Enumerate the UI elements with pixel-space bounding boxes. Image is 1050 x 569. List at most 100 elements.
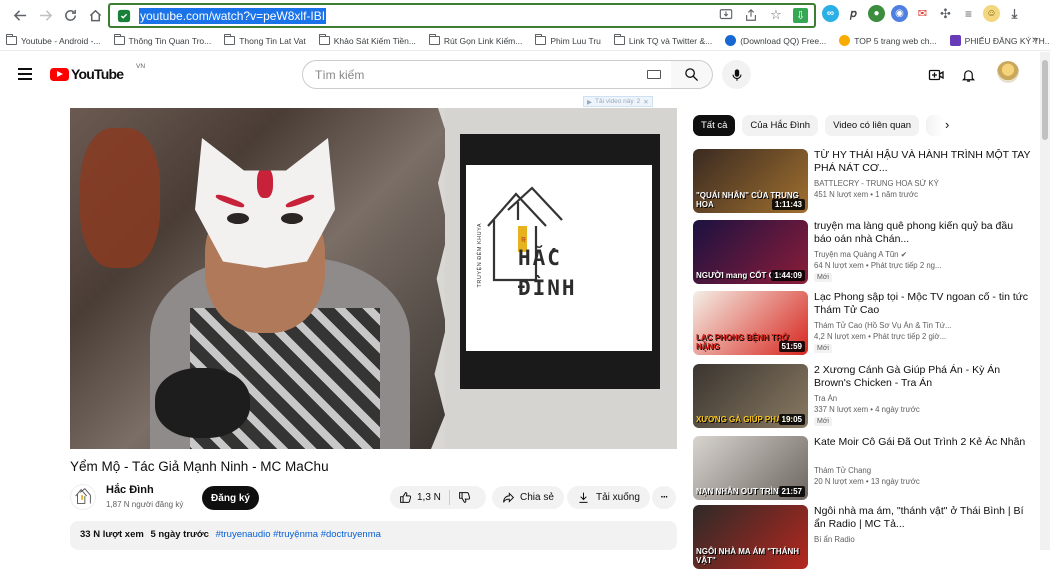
bookmark-item[interactable]: Thong Tin Lat Vat: [224, 34, 306, 46]
close-icon[interactable]: ✕: [643, 98, 648, 106]
keyboard-icon[interactable]: [647, 70, 661, 79]
recommendation-channel: Tra Án: [814, 394, 838, 403]
folder-icon: [113, 34, 125, 45]
bookmark-star-icon[interactable]: ☆: [768, 7, 784, 23]
extension-globe-icon[interactable]: ●: [868, 5, 885, 22]
subscriber-count: 1,87 N người đăng ký: [106, 500, 184, 509]
video-thumbnail[interactable]: XƯƠNG GÀ GIÚP PHÁ ÁN 19:05: [693, 364, 808, 428]
video-player[interactable]: TRUYỆN ĐÊM KHUYA 符 HẮC ĐÌNH: [70, 108, 677, 449]
search-input[interactable]: [315, 67, 635, 82]
page-scrollbar[interactable]: [1040, 52, 1050, 550]
fox-mask-image: [195, 138, 335, 268]
reading-list-icon[interactable]: ≡: [960, 5, 977, 22]
recommendation-title[interactable]: truyện ma làng quê phong kiến quỷ ba đầu…: [814, 220, 1032, 246]
channel-logo-text: HẮC ĐÌNH: [518, 246, 577, 300]
bookmark-item[interactable]: Rút Gọn Link Kiếm...: [428, 34, 522, 46]
extension-infinity-icon[interactable]: ∞: [822, 5, 839, 22]
recommendation-meta: 337 N lượt xem • 4 ngày trước: [814, 405, 920, 414]
extensions-puzzle-icon[interactable]: ✣: [937, 5, 954, 22]
recommendation-item[interactable]: NGƯỜI mang CỐT QUỶ 1:44:09 truyện ma làng …: [693, 220, 1033, 284]
account-avatar[interactable]: [997, 61, 1019, 83]
recommendation-title[interactable]: Ngôi nhà ma ám, "thánh vật" ở Thái Bình …: [814, 505, 1032, 531]
site-info-icon[interactable]: [117, 9, 131, 23]
more-horizontal-icon: ···: [660, 492, 669, 503]
extension-feather-icon[interactable]: 𝘱: [845, 5, 862, 22]
hashtags[interactable]: #truyenaudio #truyệnma #doctruyenma: [216, 529, 381, 540]
search-button[interactable]: [671, 60, 713, 89]
subscribe-button[interactable]: Đăng ký: [202, 486, 259, 510]
install-app-icon[interactable]: [718, 7, 734, 23]
region-code: VN: [136, 63, 146, 70]
description-box[interactable]: 33 N lượt xem 5 ngày trước #truyenaudio …: [70, 521, 677, 550]
like-dislike-group: 1,3 N: [390, 486, 486, 509]
new-badge: Mới: [814, 417, 832, 426]
chip-all[interactable]: Tất cả: [693, 115, 736, 136]
forward-icon[interactable]: [34, 4, 56, 26]
new-badge: Mới: [814, 344, 832, 353]
video-thumbnail[interactable]: "QUÁI NHÂN" CỦA TRUNG HOA 1:11:43: [693, 149, 808, 213]
video-thumbnail[interactable]: LẠC PHONG BỆNH TRỞ NẶNG 51:59: [693, 291, 808, 355]
bookmark-item[interactable]: Youtube - Android -...: [6, 34, 101, 46]
video-thumbnail[interactable]: NẠN NHÂN OUT TRÌNH 21:57: [693, 436, 808, 500]
download-icon: [579, 492, 588, 503]
download-extension-icon[interactable]: ⇩: [793, 7, 808, 23]
youtube-logo[interactable]: YouTube VN: [50, 63, 145, 82]
profile-avatar-icon[interactable]: ☺: [983, 5, 1000, 22]
search-box: [302, 60, 672, 89]
bookmark-item[interactable]: Khảo Sát Kiếm Tiền...: [318, 34, 416, 46]
thumbs-down-icon: [459, 492, 471, 503]
extension-mail-icon[interactable]: ✉: [914, 5, 931, 22]
duration-badge: 1:11:43: [771, 199, 805, 210]
download-video-overlay[interactable]: ▶ Tải video này 2 ✕: [583, 96, 653, 107]
channel-avatar[interactable]: [70, 484, 96, 510]
video-thumbnail[interactable]: NGƯỜI mang CỐT QUỶ 1:44:09: [693, 220, 808, 284]
folder-icon: [318, 34, 330, 45]
bookmark-item[interactable]: TOP 5 trang web ch...: [839, 35, 937, 46]
channel-name[interactable]: Hắc Đình: [106, 484, 154, 496]
bookmark-item[interactable]: Thông Tin Quan Tro...: [113, 34, 211, 46]
dislike-button[interactable]: [450, 491, 471, 504]
like-button[interactable]: 1,3 N: [390, 490, 450, 505]
recommendation-title[interactable]: TỪ HY THÁI HẬU VÀ HÀNH TRÌNH MỘT TAY PHÁ…: [814, 149, 1032, 175]
recommendation-item[interactable]: NGÔI NHÀ MA ÁM "THÁNH VẬT" Ngôi nhà ma ám…: [693, 505, 1033, 569]
recommendation-title[interactable]: Lạc Phong sập tọi - Mộc TV ngoan cố - ti…: [814, 291, 1032, 317]
voice-search-button[interactable]: [722, 60, 751, 89]
url-text[interactable]: youtube.com/watch?v=peW8xlf-IBI: [139, 7, 327, 24]
microphone-image: [155, 368, 250, 438]
address-bar[interactable]: youtube.com/watch?v=peW8xlf-IBI ☆ ⇩: [108, 3, 816, 28]
chip-from-channel[interactable]: Của Hắc Đình: [742, 115, 819, 136]
recommendation-title[interactable]: Kate Moir Cô Gái Đã Out Trình 2 Kẻ Ác Nh…: [814, 436, 1032, 449]
notifications-bell-icon[interactable]: [960, 67, 976, 83]
cloud-favicon-icon: [725, 35, 737, 46]
video-thumbnail[interactable]: NGÔI NHÀ MA ÁM "THÁNH VẬT": [693, 505, 808, 569]
more-actions-button[interactable]: ···: [652, 486, 676, 509]
scrollbar-thumb[interactable]: [1042, 60, 1048, 140]
recommendation-item[interactable]: LẠC PHONG BỆNH TRỞ NẶNG 51:59 Lạc Phong sậ…: [693, 291, 1033, 355]
bookmark-item[interactable]: Phim Luu Tru: [535, 34, 601, 46]
chip-related[interactable]: Video có liên quan: [825, 115, 920, 136]
channel-logo-vertical: TRUYỆN ĐÊM KHUYA: [477, 223, 483, 288]
recommendation-item[interactable]: XƯƠNG GÀ GIÚP PHÁ ÁN 19:05 2 Xương Cánh Gà…: [693, 364, 1033, 428]
recommendation-item[interactable]: NẠN NHÂN OUT TRÌNH 21:57 Kate Moir Cô Gái …: [693, 436, 1033, 500]
star-favicon-icon: [839, 35, 851, 46]
create-video-icon[interactable]: [928, 67, 944, 83]
share-button[interactable]: Chia sẻ: [492, 486, 564, 509]
downloads-icon[interactable]: ⤓: [1006, 5, 1023, 22]
recommendation-channel: Thám Tử Chang: [814, 466, 872, 475]
share-page-icon[interactable]: [743, 7, 759, 23]
logo-text: YouTube: [71, 66, 124, 82]
chips-next-button[interactable]: ›: [945, 117, 949, 132]
extension-search-icon[interactable]: ◉: [891, 5, 908, 22]
bookmarks-overflow-button[interactable]: »: [1032, 34, 1038, 46]
bookmark-item[interactable]: (Download QQ) Free...: [725, 35, 826, 46]
recommendation-title[interactable]: 2 Xương Cánh Gà Giúp Phá Án - Kỳ Án Brow…: [814, 364, 1032, 390]
recommendation-meta: 20 N lượt xem • 13 ngày trước: [814, 477, 920, 486]
recommendation-item[interactable]: "QUÁI NHÂN" CỦA TRUNG HOA 1:11:43 TỪ HY TH…: [693, 149, 1033, 213]
reload-icon[interactable]: [59, 4, 81, 26]
menu-icon[interactable]: [18, 68, 32, 83]
home-icon[interactable]: [84, 4, 106, 26]
bookmark-item[interactable]: Link TQ và Twitter &...: [613, 34, 712, 46]
download-button[interactable]: Tải xuống: [567, 486, 650, 509]
folder-icon: [535, 34, 547, 45]
back-icon[interactable]: [9, 4, 31, 26]
